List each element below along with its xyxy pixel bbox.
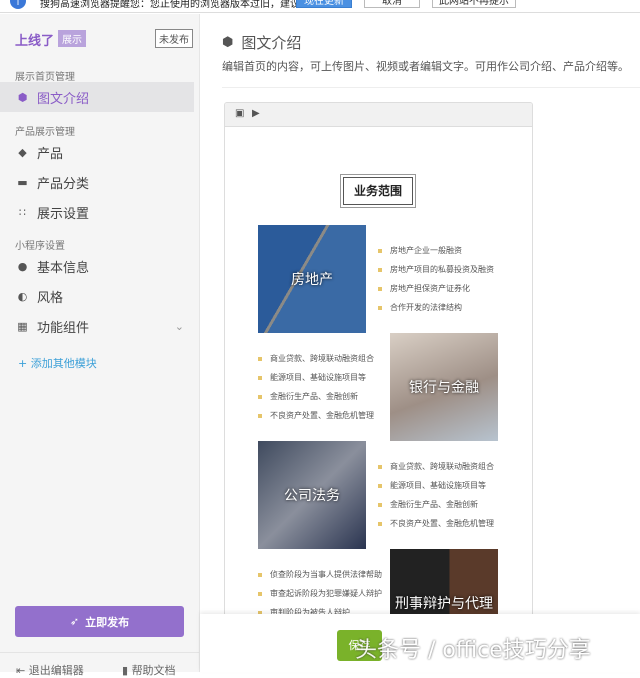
cancel-button[interactable]: 取消 [364, 0, 420, 8]
logo-badge: 展示 [58, 30, 86, 47]
list-item: 不良资产处置、金融危机管理 [378, 518, 494, 537]
section-title: 小程序设置 [15, 241, 65, 252]
real-estate-image: 房地产 [258, 225, 366, 333]
list-item: 审查起诉阶段为犯罪嫌疑人辩护 [258, 588, 382, 607]
help-label: 帮助文档 [131, 664, 176, 677]
banking-image: 银行与金融 [390, 333, 498, 441]
sidebar-item-label: 风格 [37, 290, 64, 306]
bullet-list: 商业贷款、跨境联动融资组合 能源项目、基础设施项目等 金融衍生产品、金融创新 不… [258, 353, 374, 429]
exit-label: 退出编辑器 [28, 664, 84, 677]
exit-editor-link[interactable]: ⇤ 退出编辑器 [16, 662, 84, 678]
list-item: 合作开发的法律结构 [378, 302, 494, 321]
list-item: 金融衍生产品、金融创新 [258, 391, 374, 410]
info-icon: ● [17, 259, 28, 273]
list-item: 房地产项目的私募投资及融资 [378, 264, 494, 283]
list-item: 侦查阶段为当事人提供法律帮助 [258, 569, 382, 588]
image-icon[interactable]: ▣ [235, 108, 244, 119]
list-item: 房地产担保资产证券化 [378, 283, 494, 302]
sidebar-item-label: 产品分类 [37, 176, 90, 192]
tag-icon: ◆ [18, 145, 27, 159]
bullet-list: 商业贷款、跨境联动融资组合 能源项目、基础设施项目等 金融衍生产品、金融创新 不… [378, 461, 494, 537]
sidebar-item-label: 基本信息 [37, 260, 90, 276]
editor-toolbar: ▣ ▶ [225, 103, 532, 127]
list-item: 商业贷款、跨境联动融资组合 [258, 353, 374, 372]
section-title: 展示首页管理 [15, 72, 75, 83]
page-title: ⬢ 图文介绍 [222, 32, 301, 53]
section-heading: 业务范围 [340, 174, 416, 208]
sidebar-item-label: 展示设置 [37, 206, 90, 222]
sidebar-item-style[interactable]: ◐ 风格 [0, 281, 194, 311]
divider [222, 87, 640, 88]
video-icon[interactable]: ▶ [252, 108, 260, 119]
sidebar-item-products[interactable]: ◆ 产品 [0, 137, 194, 167]
section-title: 产品展示管理 [15, 127, 75, 138]
publish-label: 立即发布 [85, 615, 130, 629]
divider [0, 652, 199, 653]
sidebar-item-label: 功能组件 [37, 320, 90, 336]
sidebar-item-display-settings[interactable]: ∷ 展示设置 [0, 197, 194, 227]
sidebar: 上线了 展示 未发布 展示首页管理 ⬢ 图文介绍 产品展示管理 ◆ 产品 ▬ 产品分类… [0, 14, 200, 677]
page-description: 编辑首页的内容，可上传图片、视频或者编辑文字。可用作公司介绍、产品介绍等。 [222, 60, 629, 73]
apps-icon: ▦ [17, 319, 28, 333]
cube-icon: ⬢ [17, 90, 28, 104]
corporate-law-image: 公司法务 [258, 441, 366, 549]
watermark: 头条号 / office技巧分享 [355, 638, 591, 663]
browser-notification-bar: i 搜狗高速浏览器提醒您：您正使用的浏览器版本过旧，建议更新： 现在更新 取消 … [0, 0, 640, 13]
sidebar-item-basic-info[interactable]: ● 基本信息 [0, 251, 194, 281]
dont-remind-button[interactable]: 此网站不再提示 [432, 0, 516, 8]
palette-icon: ◐ [17, 289, 28, 303]
update-button[interactable]: 现在更新 [296, 0, 352, 8]
sidebar-item-label: 图文介绍 [37, 91, 90, 107]
sidebar-item-intro[interactable]: ⬢ 图文介绍 [0, 82, 194, 112]
add-module-link[interactable]: + 添加其他模块 [18, 355, 97, 371]
sidebar-item-label: 产品 [37, 146, 64, 162]
list-item: 不良资产处置、金融危机管理 [258, 410, 374, 429]
notification-message: 搜狗高速浏览器提醒您：您正使用的浏览器版本过旧，建议更新： [40, 0, 330, 10]
chevron-down-icon[interactable]: ⌄ [175, 320, 184, 333]
list-item: 能源项目、基础设施项目等 [378, 480, 494, 499]
list-item: 金融衍生产品、金融创新 [378, 499, 494, 518]
folder-icon: ▬ [17, 175, 28, 189]
sidebar-item-categories[interactable]: ▬ 产品分类 [0, 167, 194, 197]
main-content: ⬢ 图文介绍 编辑首页的内容，可上传图片、视频或者编辑文字。可用作公司介绍、产品介… [200, 14, 640, 672]
grid-icon: ∷ [19, 205, 26, 219]
page-title-text: 图文介绍 [241, 34, 302, 52]
publish-button[interactable]: ➶ 立即发布 [15, 606, 184, 637]
rich-text-editor[interactable]: ▣ ▶ 业务范围 房地产 房地产企业一般融资 房地产项目的私募投资及融资 房地产… [224, 102, 533, 662]
list-item: 房地产企业一般融资 [378, 245, 494, 264]
info-icon: i [10, 0, 26, 9]
sidebar-item-components[interactable]: ▦ 功能组件 ⌄ [0, 311, 194, 341]
logo: 上线了 [15, 34, 55, 49]
bullet-list: 房地产企业一般融资 房地产项目的私募投资及融资 房地产担保资产证券化 合作开发的… [378, 245, 494, 321]
help-docs-link[interactable]: ▮ 帮助文档 [122, 662, 176, 678]
rocket-icon: ➶ [69, 615, 80, 628]
list-item: 能源项目、基础设施项目等 [258, 372, 374, 391]
status-badge: 未发布 [155, 29, 193, 48]
cube-icon: ⬢ [222, 35, 234, 50]
list-item: 商业贷款、跨境联动融资组合 [378, 461, 494, 480]
